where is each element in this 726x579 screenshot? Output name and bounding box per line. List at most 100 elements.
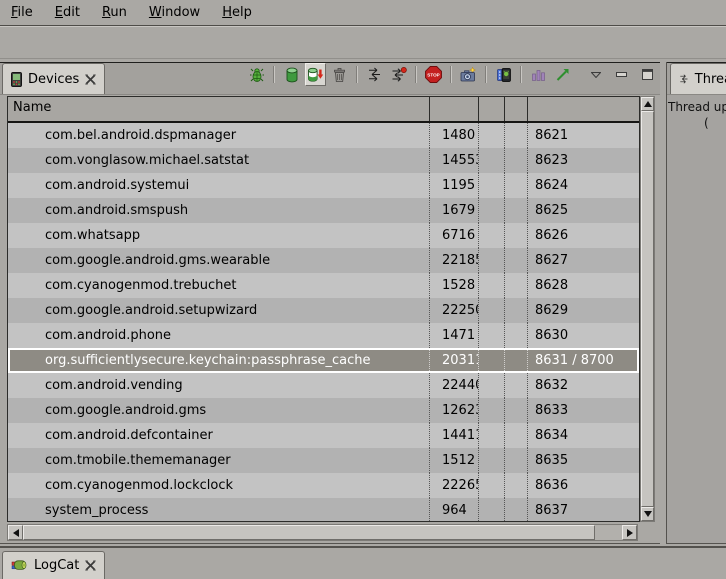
column-header-4[interactable] xyxy=(505,97,528,121)
menu-file[interactable]: File xyxy=(0,5,44,20)
threads-message-line1: Thread up xyxy=(668,99,726,115)
cell-c2: 20311 xyxy=(430,348,479,373)
cell-c5: 8637 xyxy=(528,498,639,522)
process-row[interactable]: com.bel.android.dspmanager14808621 xyxy=(8,123,639,148)
cell-c5: 8627 xyxy=(528,248,639,273)
cell-c3 xyxy=(479,273,505,298)
tracer-icon xyxy=(555,67,570,82)
menu-edit[interactable]: Edit xyxy=(44,5,91,20)
table-header: Name xyxy=(8,97,639,123)
process-row[interactable]: com.vonglasow.michael.satstat145538623 xyxy=(8,148,639,173)
close-icon[interactable] xyxy=(85,560,96,571)
scroll-right-button[interactable] xyxy=(622,525,637,540)
devices-tabbar: Devices xyxy=(0,62,660,95)
column-header-name[interactable]: Name xyxy=(8,97,430,121)
scroll-left-button[interactable] xyxy=(8,525,23,540)
cell-c3 xyxy=(479,248,505,273)
process-row[interactable]: system_process9648637 xyxy=(8,498,639,522)
dump-hprof-button[interactable] xyxy=(305,63,326,86)
vertical-scrollbar[interactable] xyxy=(640,96,655,522)
cause-gc-button[interactable] xyxy=(329,63,350,86)
cell-c4 xyxy=(505,423,528,448)
process-row-selected[interactable]: org.sufficientlysecure.keychain:passphra… xyxy=(8,348,639,373)
toolbar-separator xyxy=(273,66,275,83)
process-row[interactable]: com.cyanogenmod.trebuchet15288628 xyxy=(8,273,639,298)
process-row[interactable]: com.google.android.setupwizard222508629 xyxy=(8,298,639,323)
svg-text:STOP: STOP xyxy=(427,73,439,78)
column-header-port[interactable] xyxy=(528,97,639,121)
cell-c3 xyxy=(479,148,505,173)
process-row[interactable]: com.whatsapp67168626 xyxy=(8,223,639,248)
stop-process-button[interactable]: STOP xyxy=(423,63,444,86)
sysinfo-button[interactable] xyxy=(528,63,549,86)
cell-c5: 8634 xyxy=(528,423,639,448)
update-heap-button[interactable] xyxy=(281,63,302,86)
tab-devices[interactable]: Devices xyxy=(2,63,105,94)
process-row[interactable]: com.google.android.gms.wearable221858627 xyxy=(8,248,639,273)
close-icon[interactable] xyxy=(85,74,96,85)
cell-c3 xyxy=(479,323,505,348)
vertical-scroll-thumb[interactable] xyxy=(641,111,654,507)
horizontal-scrollbar[interactable] xyxy=(7,524,638,541)
scroll-down-button[interactable] xyxy=(641,507,654,521)
cell-c4 xyxy=(505,123,528,148)
cell-c5: 8632 xyxy=(528,373,639,398)
maximize-view-button[interactable] xyxy=(641,63,654,86)
cell-c2: 1471 xyxy=(430,323,479,348)
cell-c2: 22185 xyxy=(430,248,479,273)
process-table: Name com.bel.android.dspmanager14808621c… xyxy=(7,96,640,522)
cell-name: com.google.android.setupwizard xyxy=(8,298,430,323)
process-row[interactable]: com.android.smspush16798625 xyxy=(8,198,639,223)
debug-process-button[interactable] xyxy=(246,63,267,86)
process-row[interactable]: com.tmobile.thememanager15128635 xyxy=(8,448,639,473)
update-threads-button[interactable] xyxy=(364,63,385,86)
start-method-profiling-button[interactable] xyxy=(388,63,409,86)
heap-icon xyxy=(285,67,299,83)
cell-c3 xyxy=(479,398,505,423)
process-row[interactable]: com.android.vending224408632 xyxy=(8,373,639,398)
tab-logcat[interactable]: LogCat xyxy=(2,551,105,579)
cell-c4 xyxy=(505,298,528,323)
menu-help[interactable]: Help xyxy=(211,5,263,20)
threads-tabbar: Threads xyxy=(667,62,726,95)
process-row[interactable]: com.android.defcontainer144118634 xyxy=(8,423,639,448)
scroll-up-button[interactable] xyxy=(641,97,654,111)
screen-record-icon xyxy=(496,67,512,83)
method-tracer-button[interactable] xyxy=(552,63,573,86)
view-window-controls xyxy=(590,63,654,86)
cell-c2: 1528 xyxy=(430,273,479,298)
view-menu-button[interactable] xyxy=(590,63,602,86)
process-row[interactable]: com.google.android.gms126238633 xyxy=(8,398,639,423)
screen-capture-button[interactable] xyxy=(458,63,479,86)
cell-c4 xyxy=(505,173,528,198)
cell-c3 xyxy=(479,373,505,398)
hprof-icon xyxy=(307,67,324,83)
devices-panel: Devices xyxy=(0,62,660,544)
ddms-window: { "menu_bar": { "items": [ {"label": "Fi… xyxy=(0,0,726,577)
column-header-3[interactable] xyxy=(479,97,505,121)
cell-c2: 6716 xyxy=(430,223,479,248)
process-row[interactable]: com.android.systemui11958624 xyxy=(8,173,639,198)
threads-panel: Threads Thread up ( xyxy=(666,62,726,544)
cell-name: com.android.defcontainer xyxy=(8,423,430,448)
menu-window[interactable]: Window xyxy=(138,5,211,20)
cell-name: com.vonglasow.michael.satstat xyxy=(8,148,430,173)
tab-threads[interactable]: Threads xyxy=(670,63,726,94)
menu-run[interactable]: Run xyxy=(91,5,138,20)
screen-record-button[interactable] xyxy=(493,63,514,86)
cell-c2: 22265 xyxy=(430,473,479,498)
process-row[interactable]: com.android.phone14718630 xyxy=(8,323,639,348)
cell-c5: 8630 xyxy=(528,323,639,348)
toolbar-separator xyxy=(485,66,487,83)
process-row[interactable]: com.cyanogenmod.lockclock222658636 xyxy=(8,473,639,498)
cell-name: com.google.android.gms xyxy=(8,398,430,423)
cell-c2: 22250 xyxy=(430,298,479,323)
cell-c4 xyxy=(505,148,528,173)
cell-name: com.cyanogenmod.lockclock xyxy=(8,473,430,498)
cell-name: com.android.systemui xyxy=(8,173,430,198)
cell-c2: 1480 xyxy=(430,123,479,148)
tab-logcat-label: LogCat xyxy=(34,558,79,573)
column-header-pid[interactable] xyxy=(430,97,479,121)
horizontal-scroll-thumb[interactable] xyxy=(23,525,595,540)
minimize-view-button[interactable] xyxy=(615,63,628,86)
